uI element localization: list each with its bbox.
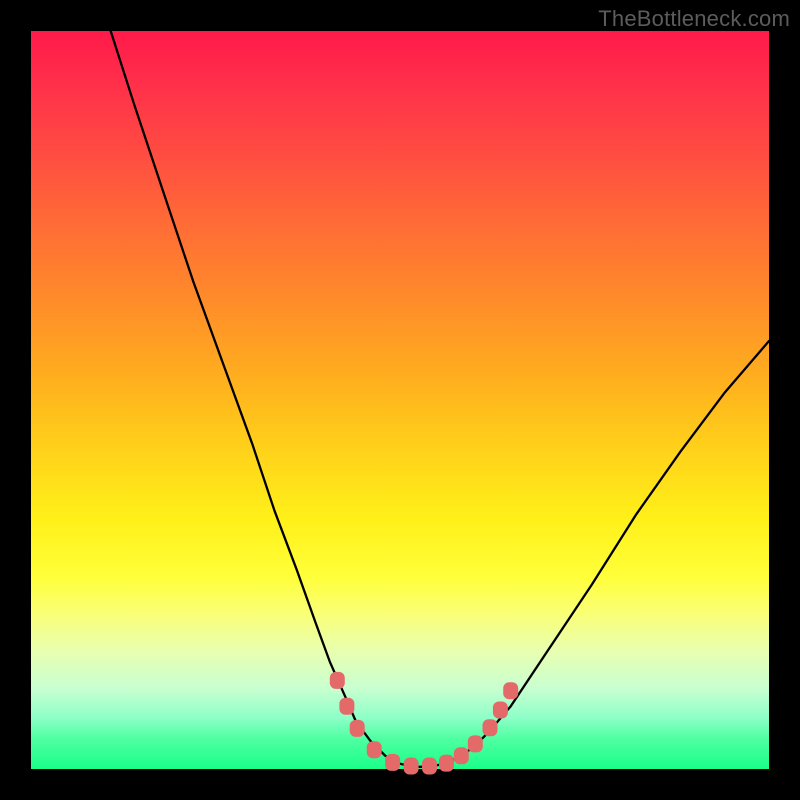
marker-point: [439, 755, 454, 772]
marker-point: [404, 758, 419, 775]
markers-group: [330, 672, 518, 775]
marker-point: [468, 735, 483, 752]
marker-point: [422, 758, 437, 775]
marker-point: [330, 672, 345, 689]
marker-point: [483, 719, 498, 736]
marker-point: [339, 698, 354, 715]
marker-point: [385, 754, 400, 771]
chart-frame: TheBottleneck.com: [0, 0, 800, 800]
plot-area: [31, 31, 769, 769]
curve-svg: [31, 31, 769, 769]
marker-point: [454, 747, 469, 764]
watermark-text: TheBottleneck.com: [598, 6, 790, 32]
marker-point: [350, 720, 365, 737]
marker-point: [367, 741, 382, 758]
marker-point: [503, 682, 518, 699]
bottleneck-curve: [111, 31, 769, 767]
marker-point: [493, 702, 508, 719]
